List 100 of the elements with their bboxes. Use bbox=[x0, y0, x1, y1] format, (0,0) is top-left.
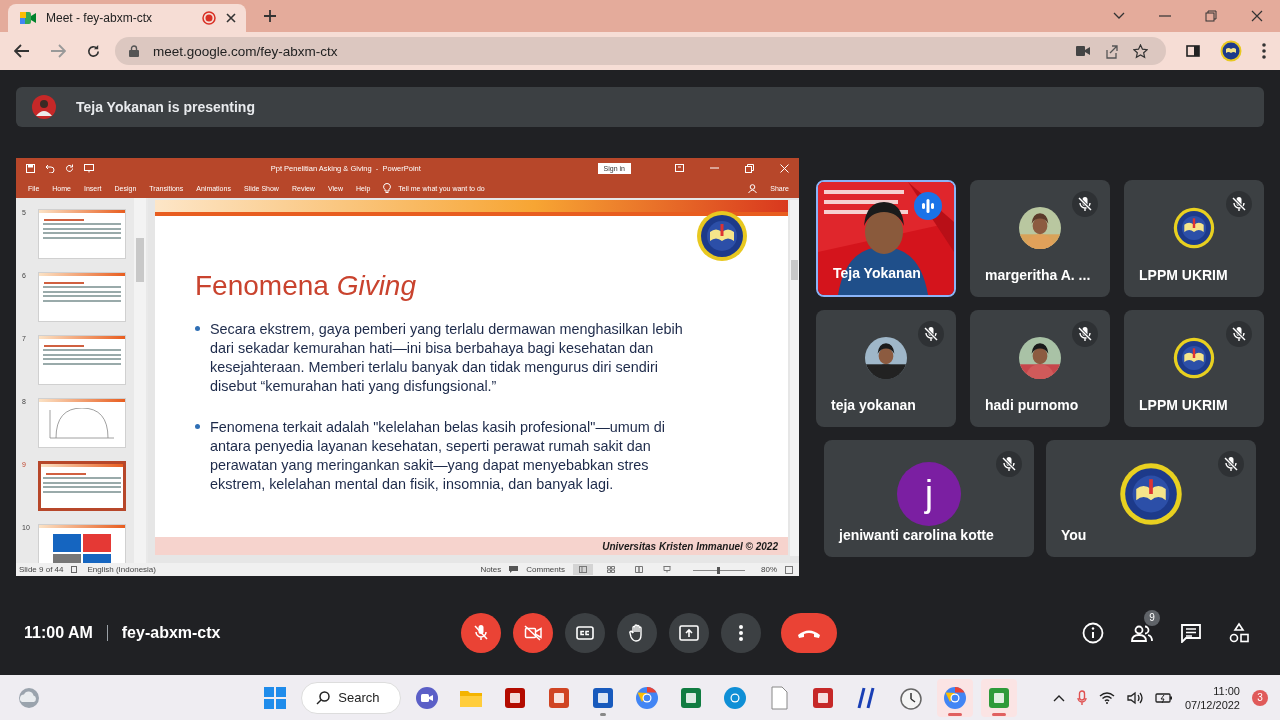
microphone-button[interactable] bbox=[461, 612, 501, 653]
participant-name: jeniwanti carolina kotte bbox=[839, 527, 994, 543]
presentation-app-icon[interactable] bbox=[546, 685, 571, 710]
video-camera-icon bbox=[20, 11, 36, 25]
present-button[interactable] bbox=[669, 612, 709, 653]
sidebar-icon[interactable] bbox=[1186, 45, 1200, 57]
search-field[interactable]: Search bbox=[301, 681, 401, 714]
scrollbar[interactable] bbox=[790, 200, 799, 556]
slide-thumbnail[interactable] bbox=[38, 461, 126, 511]
more-icon bbox=[739, 624, 743, 641]
spelling-icon bbox=[71, 566, 80, 573]
more-icon[interactable] bbox=[1262, 43, 1266, 59]
slide-footer: Universitas Kristen Immanuel © 2022 bbox=[602, 540, 778, 552]
pdf-app-icon[interactable] bbox=[502, 685, 527, 710]
clock-date[interactable]: 07/12/2022 bbox=[1184, 698, 1240, 711]
zoom-level[interactable]: 80% bbox=[761, 565, 777, 574]
activities-icon[interactable] bbox=[1228, 621, 1250, 644]
chart-app-icon[interactable] bbox=[810, 685, 835, 710]
bullet-icon bbox=[195, 424, 200, 429]
grid-icon[interactable] bbox=[263, 685, 288, 710]
close-icon[interactable] bbox=[226, 13, 236, 23]
clock-icon[interactable] bbox=[898, 685, 923, 710]
meeting-time: 11:00 AM bbox=[24, 623, 93, 642]
chevron-up-icon[interactable] bbox=[1052, 693, 1065, 702]
meeting-code: fey-abxm-ctx bbox=[121, 623, 221, 642]
captions-icon bbox=[576, 625, 594, 640]
university-seal-icon bbox=[696, 210, 748, 262]
ribbon-display-icon[interactable] bbox=[675, 164, 684, 172]
save-icon[interactable] bbox=[26, 163, 35, 173]
info-icon[interactable] bbox=[1082, 621, 1104, 644]
browser-tab[interactable]: Meet - fey-abxm-ctx bbox=[8, 4, 246, 32]
microphone-off-icon bbox=[473, 623, 489, 642]
wifi-icon[interactable] bbox=[1098, 691, 1115, 704]
person-icon bbox=[748, 183, 758, 193]
comment-icon bbox=[509, 566, 519, 573]
presenting-text: Teja Yokanan is presenting bbox=[76, 99, 255, 115]
participant-name: LPPM UKRIM bbox=[1139, 397, 1228, 413]
normal-view-button[interactable] bbox=[573, 564, 593, 575]
university-seal-icon bbox=[1173, 206, 1215, 249]
restore-icon[interactable] bbox=[1205, 10, 1217, 22]
camera-off-icon bbox=[524, 624, 542, 641]
star-icon[interactable] bbox=[1133, 43, 1148, 59]
video-chat-icon[interactable] bbox=[414, 685, 439, 710]
participant-name: teja yokanan bbox=[831, 397, 916, 413]
address-bar[interactable]: meet.google.com/fey-abxm-ctx bbox=[115, 37, 1166, 65]
lock-icon bbox=[129, 45, 139, 57]
slide-count: Slide 9 of 44 bbox=[19, 565, 64, 574]
restore-icon[interactable] bbox=[745, 163, 754, 173]
bullet-text: Fenomena terkait adalah "kelelahan belas kasih profesional"—umum di antara penyedia layanan kesehatan, seperti perawat rumah sakit dan perawatan yang meringankan sakit—yang dapat menyebabkan stres ekstrem, kelelahan mental dan fisik, insomnia, dan banyak lagi. bbox=[210, 418, 666, 494]
undo-icon[interactable] bbox=[45, 163, 55, 173]
zoom-thumb[interactable] bbox=[717, 566, 721, 574]
participant-count: 9 bbox=[1144, 609, 1160, 626]
notes-button[interactable]: Notes bbox=[480, 565, 502, 574]
new-tab-icon[interactable] bbox=[263, 9, 277, 23]
bullet-icon bbox=[195, 326, 200, 331]
participant-name: LPPM UKRIM bbox=[1139, 267, 1228, 283]
app-icon[interactable] bbox=[986, 685, 1011, 710]
zoom-slider[interactable] bbox=[693, 565, 745, 574]
present-from-start-icon[interactable] bbox=[84, 163, 94, 173]
browser-icon[interactable] bbox=[942, 685, 967, 710]
participant-name: hadi purnomo bbox=[985, 397, 1079, 413]
profile-seal-icon[interactable] bbox=[1220, 40, 1242, 62]
clock-time[interactable]: 11:00 bbox=[1213, 684, 1240, 697]
raise-hand-button[interactable] bbox=[617, 612, 657, 653]
tab-title: Meet - fey-abxm-ctx bbox=[46, 11, 154, 25]
notification-badge[interactable]: 3 bbox=[1252, 689, 1268, 706]
camera-button[interactable] bbox=[513, 612, 553, 653]
back-icon[interactable] bbox=[14, 44, 30, 58]
reload-icon[interactable] bbox=[86, 43, 101, 59]
close-icon[interactable] bbox=[1251, 10, 1263, 22]
normal-view-icon bbox=[579, 566, 587, 573]
spreadsheet-app-icon[interactable] bbox=[678, 685, 703, 710]
chevron-down-icon[interactable] bbox=[1113, 12, 1125, 20]
participant-name: You bbox=[1061, 527, 1087, 543]
browser-icon[interactable] bbox=[634, 685, 659, 710]
browser-icon[interactable] bbox=[722, 685, 747, 710]
search-icon bbox=[316, 690, 331, 705]
chat-icon[interactable] bbox=[1180, 622, 1202, 643]
hand-icon bbox=[629, 623, 645, 642]
comments-button[interactable]: Comments bbox=[526, 565, 565, 574]
screen-icon bbox=[663, 566, 671, 573]
share-icon[interactable] bbox=[1104, 43, 1119, 59]
language-status[interactable]: English (Indonesia) bbox=[87, 565, 156, 574]
lightbulb-icon bbox=[383, 183, 392, 193]
leave-call-button[interactable] bbox=[781, 612, 837, 653]
more-button[interactable] bbox=[721, 612, 761, 653]
redo-icon[interactable] bbox=[65, 163, 74, 173]
captions-button[interactable] bbox=[565, 612, 605, 653]
present-icon bbox=[679, 624, 699, 641]
grid-view-icon bbox=[607, 566, 615, 573]
participant-name: margeritha A. ... bbox=[985, 267, 1091, 283]
avatar-icon bbox=[32, 95, 56, 119]
fit-slide-icon[interactable] bbox=[785, 565, 793, 574]
scrollbar[interactable] bbox=[134, 198, 146, 563]
camera-icon[interactable] bbox=[1076, 46, 1090, 56]
battery-icon[interactable] bbox=[1154, 691, 1173, 704]
microphone-icon[interactable] bbox=[1076, 689, 1087, 706]
bullet-text: Secara ekstrem, gaya pemberi yang terlalu dermawan menghasilkan lebih dari sekadar kemurahan hati—ini bisa berbahaya bagi kesehatan dan kesejahteraan. Memberi terlalu banyak dan tidak mengurus diri sendiri disebut “kemurahan hati yang disfungsional.” bbox=[210, 320, 684, 396]
speaker-icon[interactable] bbox=[1126, 690, 1143, 705]
document-app-icon[interactable] bbox=[590, 685, 615, 710]
